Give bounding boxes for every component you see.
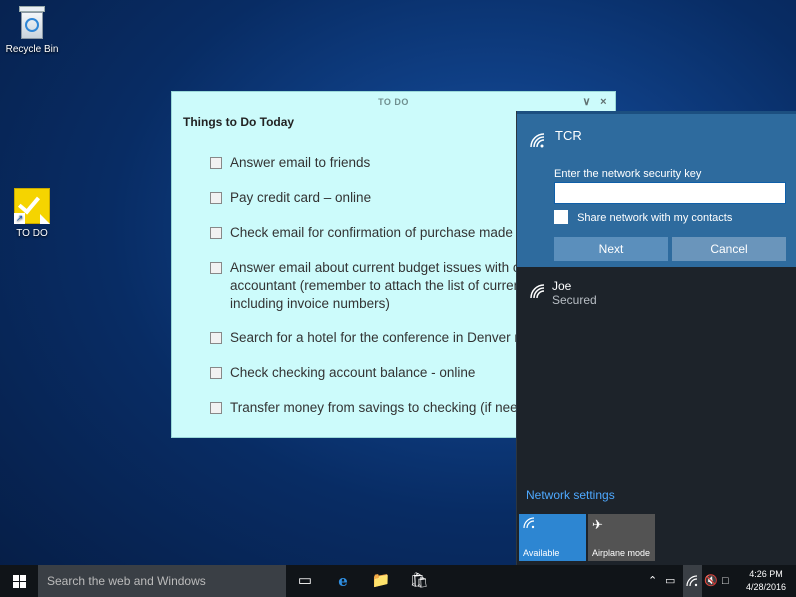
checkbox-icon	[554, 210, 568, 224]
share-network-label: Share network with my contacts	[577, 212, 733, 224]
chevron-down-icon[interactable]: ∨	[582, 92, 591, 112]
note-title-bar[interactable]: TO DO ∨ ×	[172, 92, 615, 112]
store-icon[interactable]: 🛍	[400, 565, 438, 597]
close-icon[interactable]: ×	[600, 92, 607, 112]
clock-time: 4:26 PM	[749, 569, 783, 579]
start-button[interactable]	[0, 565, 38, 597]
airplane-mode-tile[interactable]: ✈ Airplane mode	[588, 514, 655, 561]
edge-browser-icon[interactable]: e	[324, 565, 362, 597]
wifi-tray-icon[interactable]	[686, 565, 699, 597]
network-settings-link[interactable]: Network settings	[526, 488, 615, 502]
task-checkbox[interactable]	[210, 367, 222, 379]
wifi-tile-label: Available	[523, 548, 560, 558]
volume-muted-icon[interactable]: 🔇	[704, 565, 718, 597]
task-view-icon[interactable]: ▭	[286, 565, 324, 597]
recycle-bin-icon	[17, 6, 47, 40]
task-checkbox[interactable]	[210, 402, 222, 414]
cancel-button[interactable]: Cancel	[672, 237, 786, 261]
network-item-tcr[interactable]: TCR Enter the network security key Share…	[517, 111, 796, 267]
recycle-bin-label: Recycle Bin	[5, 44, 59, 55]
wifi-secured-icon	[529, 132, 547, 148]
task-checkbox[interactable]	[210, 227, 222, 239]
task-checkbox[interactable]	[210, 262, 222, 274]
security-key-label: Enter the network security key	[554, 168, 702, 180]
share-network-checkbox[interactable]: Share network with my contacts	[554, 210, 732, 224]
next-button[interactable]: Next	[554, 237, 668, 261]
note-title: TO DO	[378, 97, 409, 107]
chevron-up-icon[interactable]: ⌃	[648, 565, 657, 597]
search-box[interactable]: Search the web and Windows	[38, 565, 286, 597]
clock-date: 4/28/2016	[745, 582, 786, 592]
security-key-input[interactable]	[554, 182, 786, 204]
network-name-tcr: TCR	[555, 128, 582, 143]
todo-desktop-shortcut[interactable]: ↗ TO DO	[0, 188, 64, 239]
network-flyout: TCR Enter the network security key Share…	[516, 111, 796, 565]
battery-icon[interactable]: ▭	[665, 565, 675, 597]
sticky-note-icon: ↗	[14, 188, 50, 224]
file-explorer-icon[interactable]: 📁	[362, 565, 400, 597]
recycle-bin-desktop-icon[interactable]: Recycle Bin	[0, 6, 64, 55]
wifi-toggle-tile[interactable]: Available	[519, 514, 586, 561]
todo-shortcut-label: TO DO	[16, 228, 48, 239]
taskbar: Search the web and Windows ▭ e 📁 🛍 ⌃ ▭ 🔇…	[0, 565, 796, 597]
task-checkbox[interactable]	[210, 332, 222, 344]
clock[interactable]: 4:26 PM 4/28/2016	[746, 568, 786, 594]
action-center-icon[interactable]: □	[722, 565, 729, 597]
airplane-icon: ✈	[592, 517, 603, 532]
task-checkbox[interactable]	[210, 192, 222, 204]
wifi-secured-icon	[529, 283, 547, 299]
network-name-joe: Joe	[552, 279, 572, 293]
note-heading: Things to Do Today	[183, 115, 295, 129]
task-checkbox[interactable]	[210, 157, 222, 169]
wifi-icon	[523, 517, 537, 532]
airplane-tile-label: Airplane mode	[592, 548, 651, 558]
network-status-joe: Secured	[552, 293, 597, 307]
